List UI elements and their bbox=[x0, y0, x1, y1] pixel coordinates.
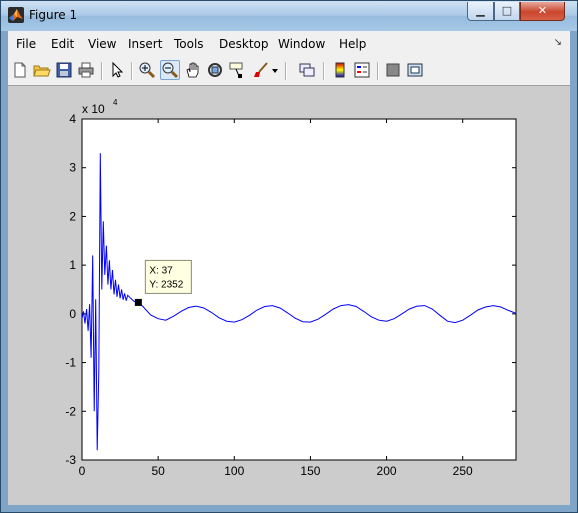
print-icon[interactable] bbox=[77, 61, 95, 79]
close-button[interactable]: ✕ bbox=[520, 2, 565, 21]
menu-desktop[interactable]: Desktop bbox=[219, 37, 269, 51]
matlab-logo-icon bbox=[8, 7, 24, 23]
toolbar-separator bbox=[323, 62, 325, 80]
x-tick-label: 0 bbox=[79, 464, 86, 478]
figure-client-area: File Edit View Insert Tools Desktop Wind… bbox=[8, 31, 570, 505]
maximize-button[interactable]: □ bbox=[494, 2, 520, 21]
show-plot-tools-icon[interactable] bbox=[406, 61, 424, 79]
open-file-icon[interactable] bbox=[33, 61, 51, 79]
data-tip-marker bbox=[134, 298, 142, 306]
link-plot-icon[interactable] bbox=[298, 61, 316, 79]
y-tick-label: -3 bbox=[65, 453, 76, 467]
toolbar-separator bbox=[131, 62, 133, 80]
menu-insert[interactable]: Insert bbox=[128, 37, 162, 51]
new-figure-icon[interactable] bbox=[11, 61, 29, 79]
menu-file[interactable]: File bbox=[16, 37, 36, 51]
x-tick-label: 200 bbox=[377, 464, 397, 478]
dock-arrow-icon[interactable]: ↘ bbox=[554, 37, 562, 48]
edit-plot-icon[interactable] bbox=[108, 61, 126, 79]
pan-icon[interactable] bbox=[184, 61, 202, 79]
brush-dropdown-icon[interactable] bbox=[270, 61, 280, 79]
data-cursor-icon[interactable] bbox=[228, 61, 246, 79]
y-tick-label: -1 bbox=[65, 356, 76, 370]
toolbar-separator bbox=[285, 62, 287, 80]
y-tick-label: -2 bbox=[65, 404, 76, 418]
zoom-in-icon[interactable] bbox=[138, 61, 156, 79]
figure-toolbar bbox=[8, 57, 570, 86]
toolbar-separator bbox=[101, 62, 103, 80]
y-tick-label: 2 bbox=[69, 209, 76, 223]
minimize-icon: ▁ bbox=[476, 4, 485, 17]
menu-bar: File Edit View Insert Tools Desktop Wind… bbox=[8, 31, 570, 57]
menu-view[interactable]: View bbox=[88, 37, 116, 51]
data-tip-x-text: X: 37 bbox=[149, 265, 173, 276]
rotate-3d-icon[interactable] bbox=[206, 61, 224, 79]
toolbar-separator bbox=[377, 62, 379, 80]
menu-window[interactable]: Window bbox=[278, 37, 325, 51]
menu-edit[interactable]: Edit bbox=[51, 37, 74, 51]
data-tip-y-text: Y: 2352 bbox=[149, 279, 183, 290]
figure-window: Figure 1 ▁ □ ✕ File Edit View Insert Too… bbox=[0, 0, 578, 513]
minimize-button[interactable]: ▁ bbox=[467, 2, 494, 21]
title-bar[interactable]: Figure 1 ▁ □ ✕ bbox=[1, 1, 577, 31]
y-exponent-power: 4 bbox=[113, 98, 118, 107]
menu-tools[interactable]: Tools bbox=[174, 37, 204, 51]
save-icon[interactable] bbox=[55, 61, 73, 79]
x-tick-label: 100 bbox=[224, 464, 244, 478]
maximize-icon: □ bbox=[501, 4, 513, 17]
y-tick-label: 0 bbox=[69, 307, 76, 321]
hide-plot-tools-icon[interactable] bbox=[384, 61, 402, 79]
colorbar-icon[interactable] bbox=[331, 61, 349, 79]
y-tick-label: 3 bbox=[69, 161, 76, 175]
menu-help[interactable]: Help bbox=[339, 37, 366, 51]
zoom-out-icon[interactable] bbox=[160, 60, 180, 80]
brush-icon[interactable] bbox=[252, 61, 270, 79]
x-tick-label: 250 bbox=[453, 464, 473, 478]
y-exponent-label: x 10 bbox=[82, 102, 105, 116]
line-chart[interactable]: 0 50 100 150 200 25043210-1-2-3 x 10 4 X: 37 … bbox=[8, 86, 570, 505]
x-tick-label: 150 bbox=[300, 464, 320, 478]
close-icon: ✕ bbox=[537, 4, 548, 17]
plot-area: 0 50 100 150 200 250 4 3 2 1 0 -1 -2 -3 x 10 4 X: 37 … bbox=[8, 86, 570, 505]
x-tick-label: 50 bbox=[151, 464, 165, 478]
window-title: Figure 1 bbox=[29, 8, 78, 22]
y-tick-label: 1 bbox=[69, 258, 76, 272]
y-tick-label: 4 bbox=[69, 112, 76, 126]
legend-icon[interactable] bbox=[353, 61, 371, 79]
